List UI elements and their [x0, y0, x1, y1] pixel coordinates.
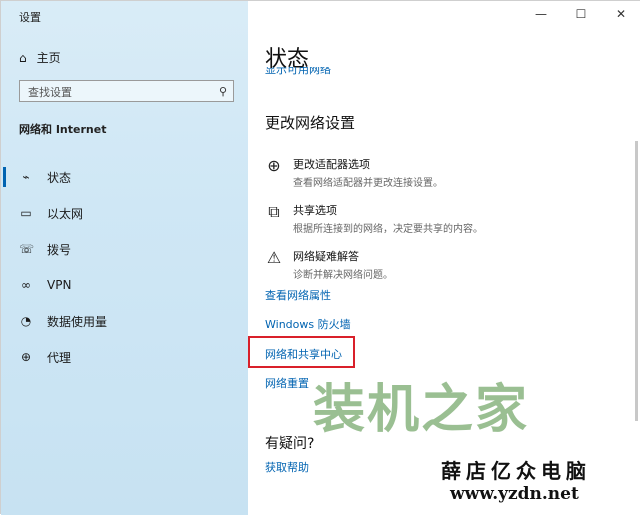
sidebar-item-proxy[interactable]: ⊕ 代理 [1, 339, 248, 375]
search-placeholder: 查找设置 [28, 86, 72, 99]
troubleshoot-setting[interactable]: ⚠ 网络疑难解答 诊断并解决网络问题。 [265, 248, 393, 281]
sidebar-item-label: VPN [47, 278, 72, 292]
watermark-store: 薛店亿众电脑 [441, 459, 591, 483]
setting-desc: 诊断并解决网络问题。 [293, 270, 393, 281]
highlight-annotation [248, 336, 355, 368]
minimize-button[interactable]: — [521, 1, 561, 27]
sharing-options-setting[interactable]: ⧉ 共享选项 根据所连接到的网络，决定要共享的内容。 [265, 202, 483, 235]
sidebar-item-dialup[interactable]: ☏ 拨号 [1, 231, 248, 267]
sidebar: 设置 ⌂ 主页 查找设置 ⚲ 网络和 Internet ⌁ 状态 ▭ 以太网 ☏… [1, 1, 248, 515]
proxy-icon: ⊕ [20, 350, 32, 364]
scrollbar[interactable] [635, 141, 638, 421]
setting-desc: 查看网络适配器并更改连接设置。 [293, 178, 443, 189]
adapter-icon: ⊕ [267, 156, 281, 175]
home-icon: ⌂ [19, 50, 27, 65]
search-input[interactable]: 查找设置 ⚲ [19, 80, 234, 102]
change-settings-heading: 更改网络设置 [265, 114, 356, 132]
sidebar-item-status[interactable]: ⌁ 状态 [1, 159, 248, 195]
close-button[interactable]: ✕ [601, 1, 640, 27]
sidebar-item-label: 拨号 [47, 242, 72, 257]
setting-desc: 根据所连接到的网络，决定要共享的内容。 [293, 224, 483, 235]
app-title: 设置 [19, 11, 41, 24]
sidebar-item-label: 以太网 [47, 206, 84, 221]
status-icon: ⌁ [22, 170, 30, 184]
ethernet-icon: ▭ [20, 206, 32, 220]
show-networks-link[interactable]: 显示可用网络 [265, 67, 331, 76]
sidebar-item-data-usage[interactable]: ◔ 数据使用量 [1, 303, 248, 339]
search-icon[interactable]: ⚲ [219, 85, 227, 98]
get-help-link[interactable]: 获取帮助 [265, 459, 309, 475]
section-title: 网络和 Internet [19, 123, 107, 136]
sidebar-item-label: 数据使用量 [47, 314, 108, 329]
warning-icon: ⚠ [266, 248, 282, 267]
sidebar-item-ethernet[interactable]: ▭ 以太网 [1, 195, 248, 231]
settings-window: 设置 ⌂ 主页 查找设置 ⚲ 网络和 Internet ⌁ 状态 ▭ 以太网 ☏… [0, 0, 640, 515]
network-reset-link[interactable]: 网络重置 [265, 375, 309, 391]
sidebar-item-home[interactable]: ⌂ 主页 [19, 49, 61, 66]
help-heading: 有疑问? [265, 436, 315, 452]
setting-title: 更改适配器选项 [293, 158, 370, 171]
watermark-url: www.yzdn.net [450, 484, 579, 504]
setting-title: 共享选项 [293, 204, 337, 217]
sidebar-nav: ⌁ 状态 ▭ 以太网 ☏ 拨号 ∞ VPN ◔ 数据使用量 ⊕ 代理 [1, 159, 248, 375]
sidebar-item-vpn[interactable]: ∞ VPN [1, 267, 248, 303]
adapter-options-setting[interactable]: ⊕ 更改适配器选项 查看网络适配器并更改连接设置。 [265, 156, 443, 189]
watermark-text: 装机之家 [313, 380, 530, 440]
data-usage-icon: ◔ [20, 314, 32, 328]
sidebar-item-label: 代理 [47, 350, 72, 365]
sidebar-item-label: 主页 [36, 51, 61, 65]
sharing-icon: ⧉ [268, 202, 280, 221]
dialup-icon: ☏ [19, 242, 35, 256]
setting-title: 网络疑难解答 [293, 250, 359, 263]
maximize-button[interactable]: ☐ [561, 1, 601, 27]
sidebar-item-label: 状态 [47, 170, 72, 185]
view-network-properties-link[interactable]: 查看网络属性 [265, 287, 331, 303]
window-controls: — ☐ ✕ [521, 1, 640, 27]
vpn-icon: ∞ [21, 278, 31, 292]
windows-firewall-link[interactable]: Windows 防火墙 [265, 316, 351, 332]
